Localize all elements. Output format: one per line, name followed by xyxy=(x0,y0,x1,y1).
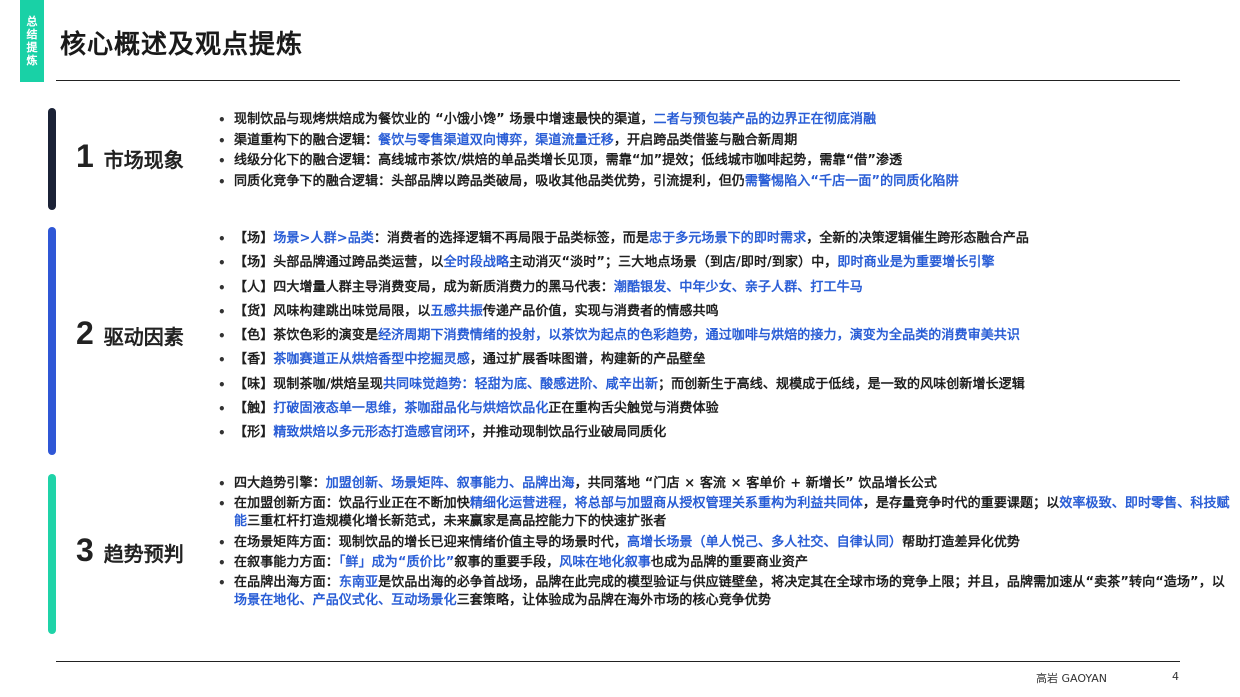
bullet-item: 在加盟创新方面：饮品行业正在不断加快精细化运营进程，将总部与加盟商从授权管理关系… xyxy=(216,495,1236,532)
bullet-text: 【香】 xyxy=(234,352,274,368)
bullet-item: 【触】打破固液态单一思维，茶咖甜品化与烘焙饮品化正在重构舌尖触觉与消费体验 xyxy=(216,397,1240,422)
highlight-text: 全时段战略 xyxy=(443,255,510,271)
footer-brand: 高岩 GAOYAN xyxy=(1036,672,1108,685)
bullet-text: 正在重构舌尖触觉与消费体验 xyxy=(548,401,719,417)
highlight-text: 茶咖赛道正从烘焙香型中挖掘灵感 xyxy=(273,352,470,368)
bullet-item: 在叙事能力方面：「鲜」成为“质价比”叙事的重要手段，风味在地化叙事也成为品牌的重… xyxy=(216,553,1236,574)
section-driving-factors: 2 驱动因素 【场】场景>人群>品类：消费者的选择逻辑不再局限于品类标签，而是忠… xyxy=(48,227,1198,455)
bullet-text: 线级分化下的融合逻辑：高线城市茶饮/烘焙的单品类增长见顶，需靠“加”提效；低线城… xyxy=(234,153,903,168)
highlight-text: 潮酷银发、中年少女、亲子人群、打工牛马 xyxy=(613,279,863,295)
highlight-text: 忠于多元场景下的即时需求 xyxy=(649,231,807,246)
section-bar xyxy=(48,108,56,210)
bullet-text: 【色】茶饮色彩的演变是 xyxy=(234,328,379,344)
highlight-text: 打破固液态单一思维，茶咖甜品化与烘焙饮品化 xyxy=(273,401,549,417)
bullet-list: 四大趋势引擎：加盟创新、场景矩阵、叙事能力、品牌出海，共同落地 “门店 × 客流… xyxy=(216,474,1236,612)
section-name: 市场现象 xyxy=(103,148,184,172)
bullet-item: 【形】精致烘焙以多元形态打造感官闭环，并推动现制饮品行业破局同质化 xyxy=(216,421,1240,446)
highlight-text: 共同味觉趋势：轻甜为底、酸感进阶、咸辛出新 xyxy=(382,376,659,392)
bullet-text: 在加盟创新方面：饮品行业正在不断加快 xyxy=(234,495,470,511)
bullet-text: ，共同落地 “门店 × 客流 × 客单价 + 新增长” 饮品增长公式 xyxy=(574,476,937,491)
bullet-item: 线级分化下的融合逻辑：高线城市茶饮/烘焙的单品类增长见顶，需靠“加”提效；低线城… xyxy=(216,151,1240,172)
page-title: 核心概述及观点提炼 xyxy=(60,30,304,60)
section-tag: 总结提炼 xyxy=(20,0,44,82)
bullet-text: 在品牌出海方面： xyxy=(234,574,339,590)
bullet-text: 三重杠杆打造规模化增长新范式，未来赢家是高品控能力下的快速扩张者 xyxy=(247,514,667,529)
bullet-item: 同质化竞争下的融合逻辑：头部品牌以跨品类破局，吸收其他品类优势，引流提利，但仍需… xyxy=(216,172,1240,193)
bullet-text: ，并推动现制饮品行业破局同质化 xyxy=(469,425,667,441)
highlight-text: 场景>人群>品类 xyxy=(273,231,374,246)
highlight-text: 经济周期下消费情绪的投射，以茶饮为起点的色彩趋势，通过咖啡与烘焙的接力，演变为全… xyxy=(378,328,1021,344)
bullet-text: 【货】风味构建跳出味觉局限，以 xyxy=(234,303,431,319)
bullet-text: 在场景矩阵方面：现制饮品的增长已迎来情绪价值主导的场景时代， xyxy=(234,534,628,550)
bullet-text: ，通过扩展香味图谱，构建新的产品壁垒 xyxy=(469,352,706,368)
section-label: 3 趋势预判 xyxy=(76,532,184,569)
bullet-item: 【色】茶饮色彩的演变是经济周期下消费情绪的投射，以茶饮为起点的色彩趋势，通过咖啡… xyxy=(216,324,1240,349)
bullet-list: 【场】场景>人群>品类：消费者的选择逻辑不再局限于品类标签，而是忠于多元场景下的… xyxy=(216,227,1240,446)
bullet-item: 【人】四大增量人群主导消费变局，成为新质消费力的黑马代表：潮酷银发、中年少女、亲… xyxy=(216,276,1240,301)
bullet-text: 叙事的重要手段， xyxy=(454,555,560,570)
bullet-text: 帮助打造差异化优势 xyxy=(902,534,1021,550)
section-number: 1 xyxy=(76,138,94,174)
bullet-text: ，开启跨品类借鉴与融合新周期 xyxy=(613,132,798,148)
bullet-text: 传递产品价值，实现与消费者的情感共鸣 xyxy=(482,303,719,319)
section-number: 2 xyxy=(76,315,94,351)
bullet-text: 主动消灭“淡时”；三大地点场景（到店/即时/到家）中， xyxy=(509,255,838,271)
bullet-item: 渠道重构下的融合逻辑：餐饮与零售渠道双向博弈，渠道流量迁移，开启跨品类借鉴与融合… xyxy=(216,131,1240,152)
bottom-divider xyxy=(56,661,1180,662)
highlight-text: 精致烘焙以多元形态打造感官闭环 xyxy=(273,425,470,441)
bullet-text: ；而创新生于高线、规模成于低线，是一致的风味创新增长逻辑 xyxy=(658,376,1025,392)
highlight-text: 二者与预包装产品的边界正在彻底消融 xyxy=(653,112,877,127)
bullet-text: 【场】 xyxy=(234,231,274,246)
bullet-item: 在场景矩阵方面：现制饮品的增长已迎来情绪价值主导的场景时代，高增长场景（单人悦己… xyxy=(216,533,1236,554)
bullet-text: 【场】头部品牌通过跨品类运营，以 xyxy=(234,255,444,271)
highlight-text: 需警惕陷入“千店一面”的同质化陷阱 xyxy=(744,173,959,189)
section-name: 趋势预判 xyxy=(103,542,184,566)
bullet-text: ，是存量竞争时代的重要课题；以 xyxy=(862,495,1060,511)
highlight-text: 五感共振 xyxy=(430,303,483,319)
page-number: 4 xyxy=(1172,670,1179,683)
section-bar xyxy=(48,227,56,455)
bullet-item: 【味】现制茶咖/烘焙呈现共同味觉趋势：轻甜为底、酸感进阶、咸辛出新；而创新生于高… xyxy=(216,373,1240,398)
bullet-text: 三套策略，让体验成为品牌在海外市场的核心竞争优势 xyxy=(456,593,772,608)
bullet-item: 现制饮品与现烤烘焙成为餐饮业的 “小饿小馋” 场景中增速最快的渠道，二者与预包装… xyxy=(216,110,1240,131)
bullet-item: 【场】头部品牌通过跨品类运营，以全时段战略主动消灭“淡时”；三大地点场景（到店/… xyxy=(216,251,1240,276)
section-market-phenomenon: 1 市场现象 现制饮品与现烤烘焙成为餐饮业的 “小饿小馋” 场景中增速最快的渠道… xyxy=(48,108,1198,210)
bullet-text: ，全新的决策逻辑催生跨形态融合产品 xyxy=(806,231,1029,246)
bullet-list: 现制饮品与现烤烘焙成为餐饮业的 “小饿小馋” 场景中增速最快的渠道，二者与预包装… xyxy=(216,110,1240,192)
bullet-item: 【场】场景>人群>品类：消费者的选择逻辑不再局限于品类标签，而是忠于多元场景下的… xyxy=(216,227,1240,252)
highlight-text: 风味在地化叙事 xyxy=(559,555,651,570)
bullet-item: 【香】茶咖赛道正从烘焙香型中挖掘灵感，通过扩展香味图谱，构建新的产品壁垒 xyxy=(216,348,1240,373)
bullet-text: ：消费者的选择逻辑不再局限于品类标签，而是 xyxy=(373,231,650,246)
bullet-item: 四大趋势引擎：加盟创新、场景矩阵、叙事能力、品牌出海，共同落地 “门店 × 客流… xyxy=(216,474,1236,495)
bullet-text: 【味】现制茶咖/烘焙呈现 xyxy=(234,376,383,392)
highlight-text: 「鲜」成为“质价比” xyxy=(338,555,455,570)
top-divider xyxy=(56,80,1180,81)
highlight-text: 加盟创新、场景矩阵、叙事能力、品牌出海 xyxy=(325,476,575,491)
bullet-text: 也成为品牌的重要商业资产 xyxy=(650,555,809,570)
highlight-text: 东南亚 xyxy=(338,574,379,590)
section-bar xyxy=(48,474,56,634)
highlight-text: 餐饮与零售渠道双向博弈，渠道流量迁移 xyxy=(378,132,614,148)
section-number: 3 xyxy=(76,532,94,568)
highlight-text: 场景在地化、产品仪式化、互动场景化 xyxy=(234,593,457,608)
bullet-item: 【货】风味构建跳出味觉局限，以五感共振传递产品价值，实现与消费者的情感共鸣 xyxy=(216,300,1240,325)
section-label: 1 市场现象 xyxy=(76,138,184,175)
bullet-text: 在叙事能力方面： xyxy=(234,555,339,570)
bullet-text: 现制饮品与现烤烘焙成为餐饮业的 “小饿小馋” 场景中增速最快的渠道， xyxy=(234,112,654,127)
bullet-text: 是饮品出海的必争首战场，品牌在此完成的模型验证与供应链壁垒，将决定其在全球市场的… xyxy=(378,574,1225,590)
bullet-text: 【形】 xyxy=(234,425,274,441)
highlight-text: 即时商业是为重要增长引擎 xyxy=(837,255,995,271)
highlight-text: 高增长场景（单人悦己、多人社交、自律认同） xyxy=(627,534,903,550)
bullet-text: 【人】四大增量人群主导消费变局，成为新质消费力的黑马代表： xyxy=(234,279,614,295)
bullet-text: 【触】 xyxy=(234,401,274,417)
bullet-text: 渠道重构下的融合逻辑： xyxy=(234,132,379,148)
bullet-item: 在品牌出海方面：东南亚是饮品出海的必争首战场，品牌在此完成的模型验证与供应链壁垒… xyxy=(216,574,1236,611)
bullet-text: 同质化竞争下的融合逻辑：头部品牌以跨品类破局，吸收其他品类优势，引流提利，但仍 xyxy=(234,173,745,189)
bullet-text: 四大趋势引擎： xyxy=(234,476,326,491)
section-name: 驱动因素 xyxy=(103,325,184,349)
section-label: 2 驱动因素 xyxy=(76,315,184,352)
highlight-text: 精细化运营进程，将总部与加盟商从授权管理关系重构为利益共同体 xyxy=(469,495,863,511)
section-trend-forecast: 3 趋势预判 四大趋势引擎：加盟创新、场景矩阵、叙事能力、品牌出海，共同落地 “… xyxy=(48,474,1230,634)
